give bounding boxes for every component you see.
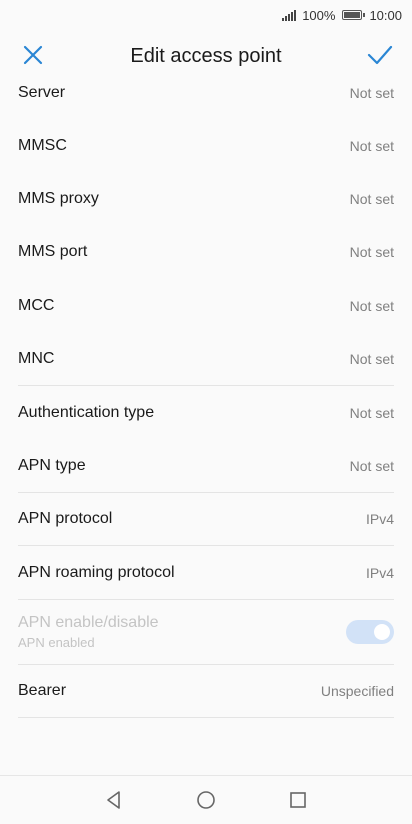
- apn-enable-toggle: [346, 620, 394, 645]
- setting-label: MMS proxy: [18, 190, 99, 208]
- setting-value: Not set: [349, 137, 394, 154]
- setting-row-authentication-type[interactable]: Authentication type Not set: [18, 386, 394, 439]
- setting-row-apn-protocol[interactable]: APN protocol IPv4: [18, 493, 394, 547]
- check-icon[interactable]: [366, 42, 394, 68]
- setting-row-mcc[interactable]: MCC Not set: [18, 279, 394, 332]
- setting-row-mnc[interactable]: MNC Not set: [18, 333, 394, 387]
- setting-label: APN roaming protocol: [18, 563, 175, 581]
- status-time: 10:00: [369, 7, 402, 23]
- home-icon[interactable]: [194, 788, 218, 812]
- setting-label: Authentication type: [18, 403, 155, 421]
- signal-icon: [282, 9, 297, 21]
- setting-value: Not set: [349, 404, 394, 421]
- close-icon[interactable]: [20, 42, 46, 68]
- apn-toggle-label: APN enable/disable: [18, 614, 159, 632]
- setting-row-mmsc[interactable]: MMSC Not set: [18, 119, 394, 172]
- setting-value: Not set: [349, 297, 394, 314]
- setting-row-mms-port[interactable]: MMS port Not set: [18, 226, 394, 279]
- recents-icon[interactable]: [286, 788, 310, 812]
- back-icon[interactable]: [102, 788, 126, 812]
- setting-row-mms-proxy[interactable]: MMS proxy Not set: [18, 172, 394, 225]
- toggle-knob: [374, 624, 390, 641]
- setting-row-apn-type[interactable]: APN type Not set: [18, 439, 394, 494]
- setting-label: MMS port: [18, 243, 88, 261]
- navigation-bar: [0, 775, 412, 824]
- setting-label: MCC: [18, 296, 55, 314]
- battery-icon: [342, 10, 366, 20]
- setting-label: Bearer: [18, 682, 67, 700]
- setting-value: Unspecified: [320, 683, 394, 700]
- setting-value: Not set: [349, 351, 394, 368]
- setting-value: Not set: [349, 191, 394, 208]
- setting-value: IPv4: [365, 564, 394, 581]
- setting-value: Not set: [349, 458, 394, 475]
- setting-row-server[interactable]: Server Not set: [18, 66, 394, 119]
- apn-toggle-sublabel: APN enabled: [18, 635, 95, 651]
- settings-list: Server Not set MMSC Not set MMS proxy No…: [0, 66, 412, 719]
- setting-value: Not set: [349, 244, 394, 261]
- setting-value: Not set: [349, 84, 394, 101]
- setting-label: MMSC: [18, 136, 67, 154]
- setting-row-apn-enable: APN enable/disable APN enabled: [18, 600, 394, 665]
- setting-label: APN protocol: [18, 510, 113, 528]
- setting-label: MNC: [18, 350, 55, 368]
- setting-label: Server: [18, 83, 66, 101]
- battery-percent: 100%: [302, 7, 336, 23]
- status-bar: 100% 10:00: [0, 0, 412, 30]
- setting-label: APN type: [18, 457, 86, 475]
- setting-row-apn-roaming-protocol[interactable]: APN roaming protocol IPv4: [18, 546, 394, 600]
- page-title: Edit access point: [130, 44, 282, 67]
- setting-value: IPv4: [365, 511, 394, 528]
- setting-row-bearer[interactable]: Bearer Unspecified: [18, 665, 394, 719]
